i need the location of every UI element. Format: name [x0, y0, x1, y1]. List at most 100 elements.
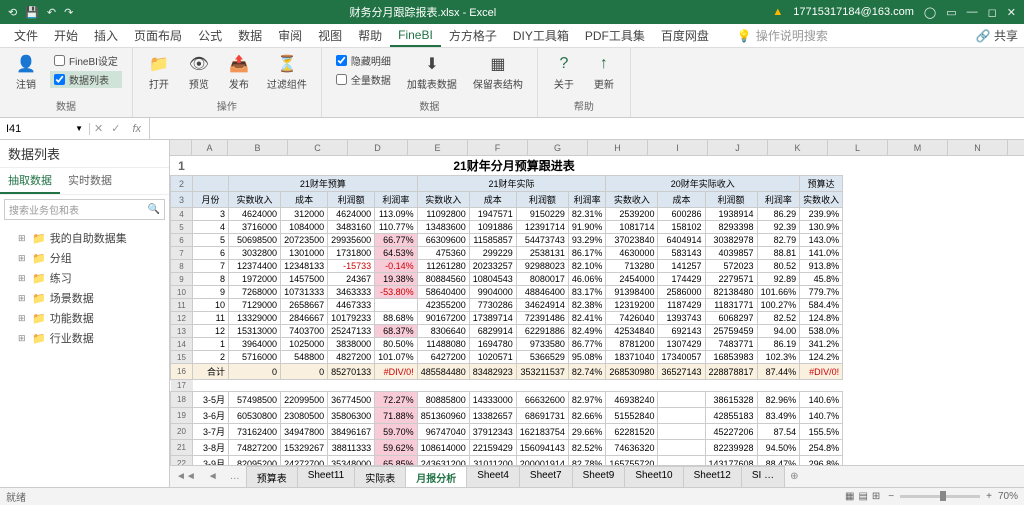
sheet-tab[interactable]: Sheet10 — [624, 466, 683, 488]
row-header[interactable]: 13 — [171, 325, 193, 338]
col-header[interactable]: D — [348, 140, 408, 155]
sheet-nav-first[interactable]: ◄◄ — [170, 471, 202, 482]
row-header[interactable]: 19 — [171, 408, 193, 424]
row-header[interactable]: 7 — [171, 247, 193, 260]
sheet-tab[interactable]: 预算表 — [246, 466, 298, 488]
ribbon-load-table[interactable]: ⬇加载表数据 — [401, 50, 463, 93]
zoom-out-icon[interactable]: − — [888, 491, 894, 502]
ribbon-filter[interactable]: ⏳过滤组件 — [261, 50, 313, 93]
tree-node[interactable]: ⊞📁场景数据 — [4, 288, 165, 308]
save-icon[interactable]: 💾 — [25, 6, 39, 19]
table-row[interactable]: 7630328001301000173180064.53%47536029922… — [171, 247, 843, 260]
menu-data[interactable]: 数据 — [230, 24, 270, 47]
table-row[interactable]: 12111332900028466671017923388.68%9016720… — [171, 312, 843, 325]
undo-icon[interactable]: ↶ — [47, 6, 56, 19]
maximize-icon[interactable]: ◻ — [988, 6, 997, 19]
formula-input[interactable] — [149, 118, 1024, 139]
ribbon-logout[interactable]: 👤注销 — [8, 50, 44, 93]
tell-me-search[interactable]: 💡操作说明搜索 — [737, 27, 828, 44]
table-row[interactable]: 13121531300074037002524713368.37%8306640… — [171, 325, 843, 338]
menu-layout[interactable]: 页面布局 — [126, 24, 190, 47]
table-row[interactable]: 16合计0085270133#DIV/0!4855844808348292335… — [171, 364, 843, 380]
table-row[interactable]: 203-7月73162400349478003849616759.70%9674… — [171, 424, 843, 440]
fx-confirm-icon[interactable]: ✓ — [107, 122, 124, 135]
table-row[interactable]: 6550698500207235002993560066.77%66309600… — [171, 234, 843, 247]
row-header[interactable]: 10 — [171, 286, 193, 299]
minimize-icon[interactable]: — — [967, 6, 978, 18]
row-header[interactable]: 17 — [171, 380, 193, 392]
menu-fang[interactable]: 方方格子 — [441, 24, 505, 47]
zoom-slider[interactable] — [900, 495, 980, 498]
tree-node[interactable]: ⊞📁我的自助数据集 — [4, 228, 165, 248]
row-header[interactable]: 15 — [171, 351, 193, 364]
menu-file[interactable]: 文件 — [6, 24, 46, 47]
menu-finebi[interactable]: FineBI — [390, 24, 441, 47]
ribbon-options-icon[interactable]: ▭ — [946, 6, 956, 19]
table-row[interactable]: 54371600010840003483160110.77%1348360010… — [171, 221, 843, 234]
table-row[interactable]: 15257160005488004827200101.07%6427200102… — [171, 351, 843, 364]
table-row[interactable]: 193-6月60530800230805003580630071.88%8513… — [171, 408, 843, 424]
ribbon-about[interactable]: ?关于 — [546, 50, 582, 93]
row-header[interactable]: 18 — [171, 392, 193, 408]
ribbon-full-data[interactable]: 全量数据 — [332, 71, 395, 88]
sheet-tab[interactable]: Sheet7 — [519, 466, 573, 488]
table-row[interactable]: 213-8月74827200153292673881133359.62%1086… — [171, 440, 843, 456]
view-layout-icon[interactable]: ▤ — [858, 491, 867, 502]
table-row[interactable]: 4346240003120004624000113.09%11092800194… — [171, 208, 843, 221]
table-row[interactable]: 223-9月82095200242727003534800065.85%2436… — [171, 456, 843, 466]
tree-node[interactable]: ⊞📁行业数据 — [4, 328, 165, 348]
tree-node[interactable]: ⊞📁练习 — [4, 268, 165, 288]
row-header[interactable]: 1 — [171, 156, 193, 176]
share-button[interactable]: 🔗 共享 — [976, 27, 1018, 44]
menu-diy[interactable]: DIY工具箱 — [505, 24, 577, 47]
ribbon-open[interactable]: 📁打开 — [141, 50, 177, 93]
sheet-tab[interactable]: Sheet4 — [466, 466, 520, 488]
row-header[interactable]: 2 — [171, 176, 193, 192]
row-header[interactable]: 11 — [171, 299, 193, 312]
col-header[interactable]: B — [228, 140, 288, 155]
menu-review[interactable]: 审阅 — [270, 24, 310, 47]
menu-insert[interactable]: 插入 — [86, 24, 126, 47]
col-header[interactable]: G — [528, 140, 588, 155]
sp-tab-extract[interactable]: 抽取数据 — [0, 168, 60, 194]
sp-search-input[interactable]: 搜索业务包和表🔍 — [4, 199, 165, 220]
sheet-tab[interactable]: SI … — [741, 466, 785, 488]
col-header[interactable]: K — [768, 140, 828, 155]
sheet-tab[interactable]: Sheet11 — [297, 466, 356, 488]
ribbon-publish[interactable]: 📤发布 — [221, 50, 257, 93]
row-header[interactable]: 16 — [171, 364, 193, 380]
row-header[interactable]: 5 — [171, 221, 193, 234]
sheet-add[interactable]: ⊕ — [784, 471, 804, 482]
table-row[interactable]: 871237440012348133-15733-0.14%1126128020… — [171, 260, 843, 273]
sheet-nav-prev[interactable]: ◄ — [202, 471, 224, 482]
name-box[interactable]: I41▼ — [0, 123, 90, 135]
menu-formula[interactable]: 公式 — [190, 24, 230, 47]
fx-cancel-icon[interactable]: ✕ — [90, 122, 107, 135]
ribbon-data-list[interactable]: 数据列表 — [50, 71, 122, 88]
ribbon-finebi-setting[interactable]: FineBI设定 — [50, 52, 122, 69]
view-normal-icon[interactable]: ▦ — [845, 491, 854, 502]
sheet-tab[interactable]: 实际表 — [354, 466, 406, 488]
tree-node[interactable]: ⊞📁功能数据 — [4, 308, 165, 328]
row-header[interactable]: 3 — [171, 192, 193, 208]
autosave-icon[interactable]: ⟲ — [8, 6, 17, 19]
view-break-icon[interactable]: ⊞ — [872, 491, 880, 502]
sheet-tab[interactable]: 月报分析 — [405, 466, 467, 488]
ribbon-update[interactable]: ↑更新 — [586, 50, 622, 93]
menu-baidu[interactable]: 百度网盘 — [653, 24, 717, 47]
menu-pdf[interactable]: PDF工具集 — [577, 24, 653, 47]
row-header[interactable]: 9 — [171, 273, 193, 286]
col-header[interactable]: L — [828, 140, 888, 155]
table-row[interactable]: 1097268000107313333463333-53.80%58640400… — [171, 286, 843, 299]
row-header[interactable]: 14 — [171, 338, 193, 351]
user-avatar-icon[interactable]: ◯ — [924, 6, 936, 19]
table-row[interactable]: 14139640001025000383800080.50%1148808016… — [171, 338, 843, 351]
table-row[interactable]: 98197200014575002436719.38%8088456010804… — [171, 273, 843, 286]
menu-home[interactable]: 开始 — [46, 24, 86, 47]
table-row[interactable]: 1110712900026586674467333423552007730286… — [171, 299, 843, 312]
col-header[interactable]: A — [192, 140, 228, 155]
ribbon-keep-struct[interactable]: ▦保留表结构 — [467, 50, 529, 93]
menu-view[interactable]: 视图 — [310, 24, 350, 47]
col-header[interactable]: F — [468, 140, 528, 155]
row-header[interactable]: 22 — [171, 456, 193, 466]
